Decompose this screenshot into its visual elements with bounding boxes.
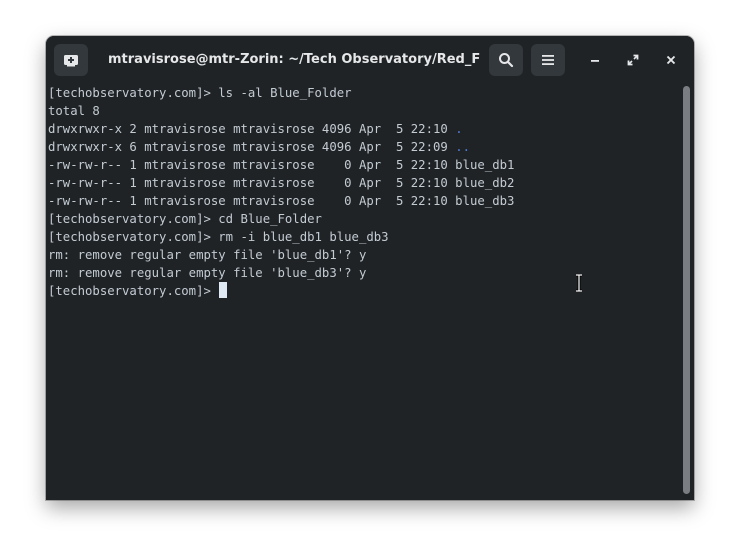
directory-name: .: [455, 122, 463, 136]
window-title: mtravisrose@mtr-Zorin: ~/Tech Observator…: [108, 52, 480, 67]
terminal-line: rm: remove regular empty file 'blue_db3'…: [48, 266, 367, 280]
listing-text: drwxrwxr-x 2 mtravisrose mtravisrose 409…: [48, 122, 456, 136]
titlebar: mtravisrose@mtr-Zorin: ~/Tech Observator…: [46, 36, 694, 82]
minimize-icon: [591, 60, 599, 62]
menu-button[interactable]: [531, 44, 565, 76]
prompt: [techobservatory.com]>: [48, 284, 219, 298]
terminal-line: -rw-rw-r-- 1 mtravisrose mtravisrose 0 A…: [48, 158, 515, 172]
vertical-scrollbar[interactable]: [683, 86, 690, 494]
terminal-line: -rw-rw-r-- 1 mtravisrose mtravisrose 0 A…: [48, 176, 515, 190]
terminal-line: rm: remove regular empty file 'blue_db1'…: [48, 248, 367, 262]
terminal-line: -rw-rw-r-- 1 mtravisrose mtravisrose 0 A…: [48, 194, 515, 208]
terminal-window: mtravisrose@mtr-Zorin: ~/Tech Observator…: [46, 36, 694, 500]
terminal-line: [techobservatory.com]> cd Blue_Folder: [48, 212, 322, 226]
search-icon: [499, 53, 514, 68]
ibeam-cursor-icon: [576, 274, 582, 292]
directory-name: ..: [455, 140, 470, 154]
search-button[interactable]: [489, 44, 523, 76]
terminal-line: drwxrwxr-x 6 mtravisrose mtravisrose 409…: [48, 138, 470, 156]
text-cursor: [219, 282, 228, 298]
terminal-line: total 8: [48, 104, 100, 118]
new-tab-button[interactable]: [54, 44, 88, 76]
hamburger-menu-icon: [542, 55, 554, 65]
new-tab-icon: [64, 55, 78, 67]
maximize-icon: [627, 54, 639, 66]
minimize-button[interactable]: [583, 48, 607, 72]
maximize-button[interactable]: [621, 48, 645, 72]
prompt-line: [techobservatory.com]>: [48, 282, 228, 300]
listing-text: drwxrwxr-x 6 mtravisrose mtravisrose 409…: [48, 140, 456, 154]
close-icon: [666, 55, 676, 65]
terminal-line: drwxrwxr-x 2 mtravisrose mtravisrose 409…: [48, 120, 463, 138]
close-button[interactable]: [659, 48, 683, 72]
terminal-line: [techobservatory.com]> ls -al Blue_Folde…: [48, 86, 352, 100]
terminal-output[interactable]: [techobservatory.com]> ls -al Blue_Folde…: [46, 82, 682, 500]
terminal-line: [techobservatory.com]> rm -i blue_db1 bl…: [48, 230, 389, 244]
